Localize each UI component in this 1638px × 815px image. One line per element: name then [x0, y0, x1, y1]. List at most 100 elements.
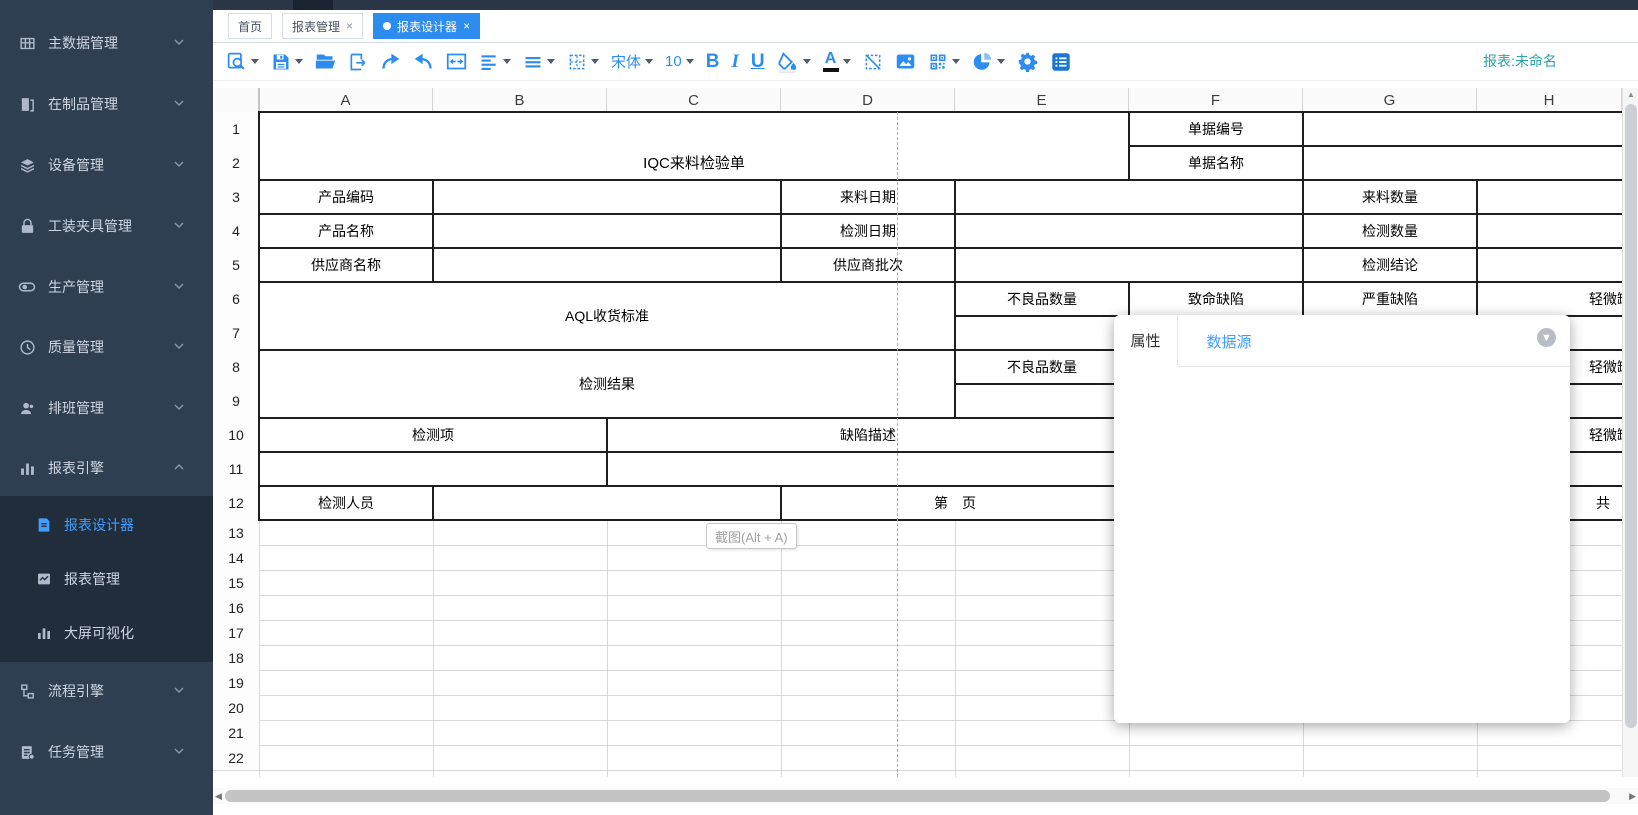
row-header[interactable]: 9	[213, 384, 259, 418]
insert-image-button[interactable]	[892, 49, 919, 74]
sheet-cell[interactable]	[1302, 111, 1622, 147]
import-template-button[interactable]	[345, 50, 371, 74]
sheet-cell[interactable]	[258, 111, 1130, 147]
sheet-cell[interactable]: 检测人员	[258, 485, 434, 521]
sheet-cell[interactable]: 严重缺陷	[1302, 281, 1478, 317]
sheet-cell[interactable]: 不良品数量	[954, 281, 1130, 317]
sidebar-item-task-management[interactable]: 任务管理	[0, 724, 213, 780]
row-header[interactable]: 4	[213, 214, 259, 248]
panel-tab-properties[interactable]: 属性	[1114, 315, 1178, 367]
sidebar-item-report-management[interactable]: 报表管理	[0, 556, 213, 602]
column-header[interactable]: F	[1129, 88, 1303, 112]
sheet-cell[interactable]: AQL收货标准	[258, 281, 956, 351]
sheet-cell[interactable]: 检测项	[258, 417, 608, 453]
font-family-select[interactable]: 宋体	[608, 49, 656, 74]
diagonal-line-button[interactable]	[860, 50, 886, 74]
sheet-cell[interactable]	[954, 315, 1130, 351]
sheet-cell[interactable]	[258, 451, 608, 487]
horizontal-scrollbar[interactable]: ◀ ▶	[213, 788, 1638, 804]
close-icon[interactable]: ×	[463, 20, 470, 32]
sheet-cell[interactable]: 供应商名称	[258, 247, 434, 283]
sidebar-item-scheduling[interactable]: 排班管理	[0, 380, 213, 436]
row-header[interactable]: 14	[213, 545, 259, 570]
sheet-cell[interactable]	[432, 213, 782, 249]
row-header[interactable]: 22	[213, 745, 259, 770]
sidebar-item-equipment[interactable]: 设备管理	[0, 137, 213, 193]
sidebar-item-report-designer[interactable]: 报表设计器	[0, 502, 213, 548]
sheet-cell[interactable]	[1476, 247, 1622, 283]
scroll-right-icon[interactable]: ▶	[1629, 791, 1636, 802]
row-header[interactable]: 7	[213, 316, 259, 350]
tab-home[interactable]: 首页	[228, 13, 272, 39]
italic-button[interactable]: I	[728, 49, 741, 75]
save-button[interactable]	[268, 50, 306, 74]
sheet-cell[interactable]: 检测数量	[1302, 213, 1478, 249]
scroll-up-icon[interactable]: ▲	[1627, 90, 1635, 99]
fill-color-button[interactable]	[774, 49, 814, 75]
row-header[interactable]: 19	[213, 670, 259, 695]
font-color-button[interactable]: A	[820, 49, 854, 74]
sheet-cell[interactable]: 第 页	[780, 485, 1130, 521]
row-header[interactable]: 8	[213, 350, 259, 384]
column-header[interactable]: E	[955, 88, 1129, 112]
row-header[interactable]: 20	[213, 695, 259, 720]
underline-button[interactable]: U	[748, 49, 768, 75]
sheet-cell[interactable]	[432, 179, 782, 215]
sheet-cell[interactable]	[1476, 213, 1622, 249]
settings-button[interactable]	[1014, 49, 1041, 74]
column-header[interactable]: G	[1303, 88, 1477, 112]
row-header[interactable]: 15	[213, 570, 259, 595]
row-header[interactable]: 21	[213, 720, 259, 745]
column-header[interactable]: C	[607, 88, 781, 112]
align-button[interactable]	[476, 50, 514, 74]
sheet-cell[interactable]: 产品编码	[258, 179, 434, 215]
row-header[interactable]: 3	[213, 180, 259, 214]
sheet-cell[interactable]: 检测结论	[1302, 247, 1478, 283]
scroll-left-icon[interactable]: ◀	[215, 791, 222, 802]
close-icon[interactable]: ×	[346, 20, 353, 32]
open-button[interactable]	[312, 49, 339, 74]
chart-button[interactable]	[969, 49, 1008, 74]
sheet-cell[interactable]: 单据名称	[1128, 145, 1304, 181]
row-header[interactable]: 12	[213, 486, 259, 520]
sheet-cell[interactable]: 来料日期	[780, 179, 956, 215]
sheet-cell[interactable]	[1302, 145, 1622, 181]
bold-button[interactable]: B	[703, 49, 723, 75]
sheet-cell[interactable]	[954, 179, 1304, 215]
sheet-cell[interactable]	[954, 213, 1304, 249]
qrcode-button[interactable]	[925, 50, 963, 74]
form-list-button[interactable]	[1047, 49, 1075, 75]
sidebar-item-process-engine[interactable]: 流程引擎	[0, 663, 213, 719]
tab-report-management[interactable]: 报表管理 ×	[282, 13, 363, 39]
sheet-cell[interactable]: 缺陷描述	[606, 417, 1130, 453]
sidebar-item-tooling[interactable]: 工装夹具管理	[0, 198, 213, 254]
sheet-cell[interactable]: 轻微缺陷	[1476, 281, 1622, 317]
panel-collapse-button[interactable]: ▼	[1537, 328, 1556, 347]
row-header[interactable]: 13	[213, 520, 259, 545]
preview-button[interactable]	[223, 49, 262, 74]
column-header[interactable]: D	[781, 88, 955, 112]
sheet-cell[interactable]: 供应商批次	[780, 247, 956, 283]
panel-tab-datasource[interactable]: 数据源	[1194, 315, 1264, 367]
sheet-cell[interactable]	[432, 485, 782, 521]
tab-report-designer[interactable]: 报表设计器 ×	[373, 13, 480, 39]
line-height-button[interactable]	[520, 50, 558, 74]
sheet-cell[interactable]	[432, 247, 782, 283]
sheet-cell[interactable]: 不良品数量	[954, 349, 1130, 385]
column-header[interactable]: H	[1477, 88, 1622, 112]
sidebar-item-production[interactable]: 生产管理	[0, 259, 213, 315]
merge-cells-button[interactable]	[443, 49, 470, 74]
sheet-cell[interactable]: 检测结果	[258, 349, 956, 419]
vertical-scrollbar[interactable]: ▲	[1622, 88, 1638, 777]
borders-button[interactable]	[564, 50, 602, 74]
row-header[interactable]: 1	[213, 112, 259, 146]
row-header[interactable]: 6	[213, 282, 259, 316]
sidebar-item-wip[interactable]: 在制品管理	[0, 76, 213, 132]
sheet-cell[interactable]: 单据编号	[1128, 111, 1304, 147]
sheet-cell[interactable]	[954, 247, 1304, 283]
sheet-cell[interactable]	[606, 451, 1130, 487]
sheet-cell[interactable]: 来料数量	[1302, 179, 1478, 215]
sidebar-item-dashboard-visualization[interactable]: 大屏可视化	[0, 610, 213, 656]
row-header[interactable]: 5	[213, 248, 259, 282]
sheet-cell[interactable]: IQC来料检验单	[258, 145, 1130, 181]
